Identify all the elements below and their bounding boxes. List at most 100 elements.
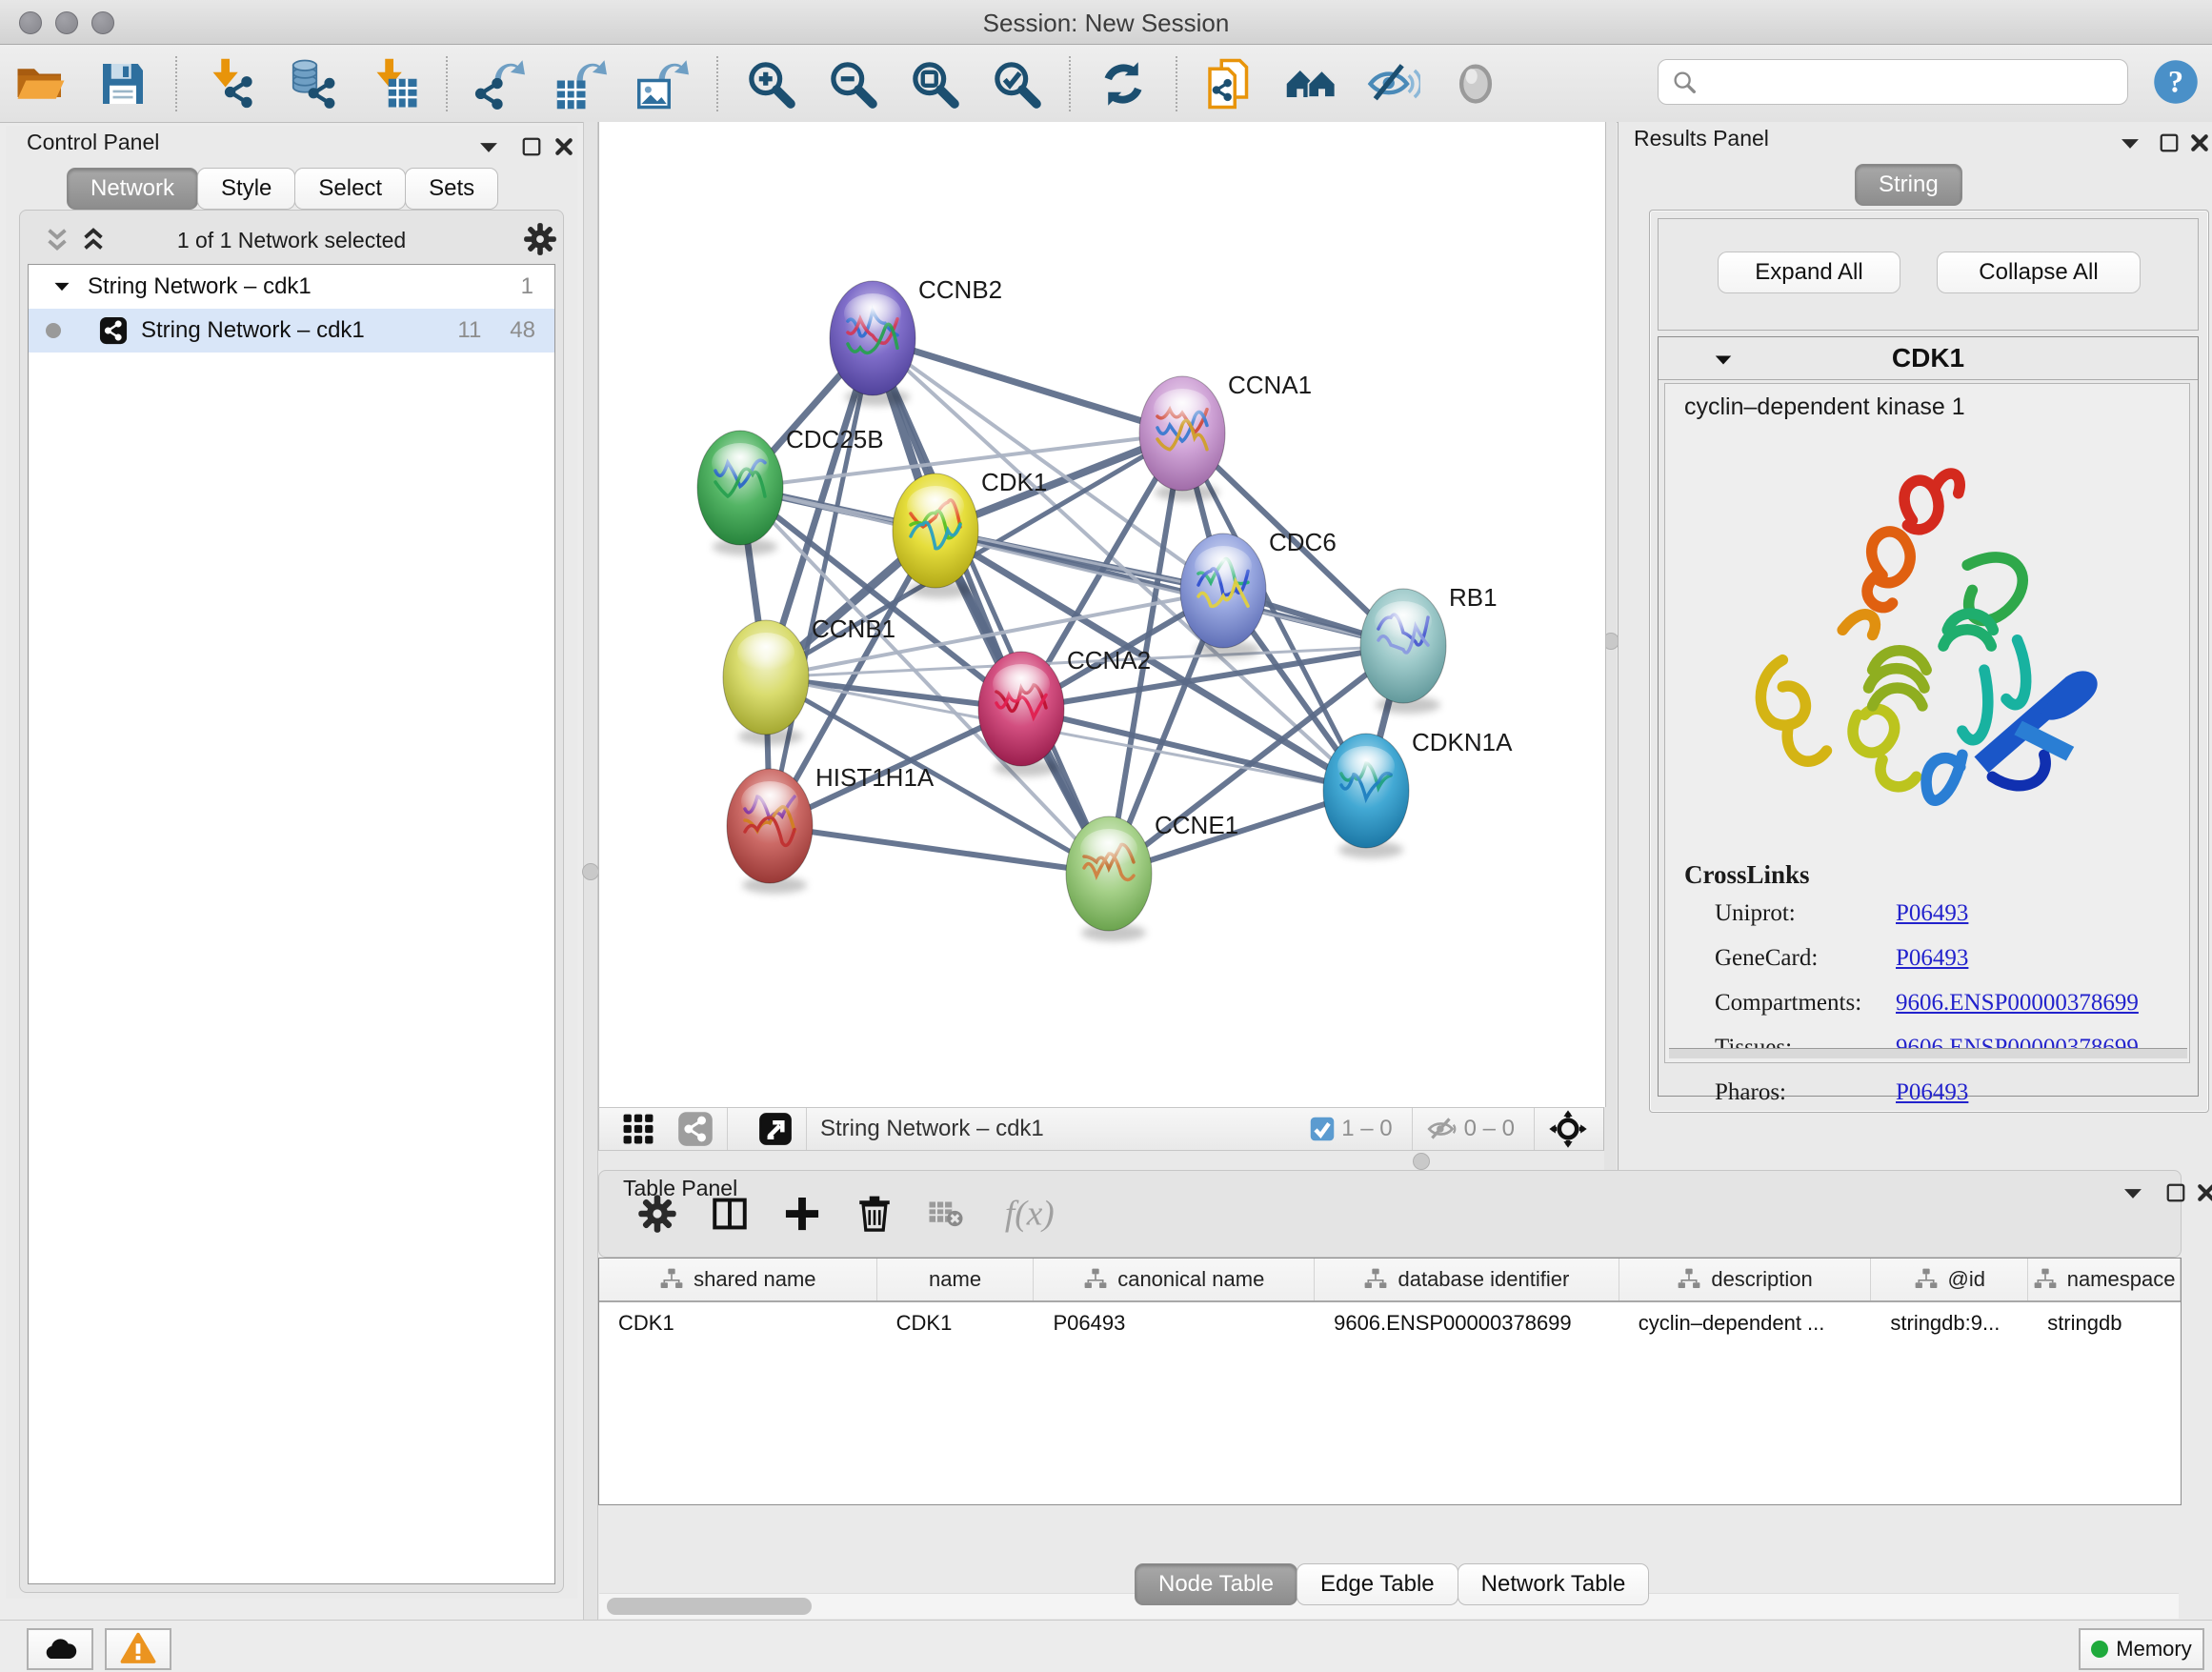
splitter-handle[interactable] (1413, 1153, 1430, 1170)
results-panel-collapse-icon[interactable] (2118, 131, 2142, 156)
collapse-all-button[interactable]: Collapse All (1937, 252, 2141, 293)
export-network-icon[interactable] (473, 57, 527, 111)
table-cell[interactable]: cyclin–dependent ... (1619, 1302, 1872, 1344)
hide-selected-icon[interactable] (1367, 57, 1420, 111)
zoom-in-icon[interactable] (744, 57, 797, 111)
left-splitter[interactable] (583, 122, 598, 1620)
zoom-out-icon[interactable] (826, 57, 879, 111)
crosslink-link[interactable]: 9606.ENSP00000378699 (1896, 990, 2139, 1017)
splitter-handle[interactable] (582, 863, 599, 880)
column-header-canonical-name[interactable]: canonical name (1034, 1259, 1315, 1300)
table-cell[interactable]: CDK1 (877, 1302, 1035, 1344)
tab-edge-table[interactable]: Edge Table (1297, 1563, 1458, 1605)
hidden-eye-slash-icon[interactable] (1426, 1113, 1458, 1145)
tab-network[interactable]: Network (67, 168, 198, 210)
node-table[interactable]: shared namenamecanonical namedatabase id… (598, 1258, 2182, 1505)
tab-sets[interactable]: Sets (405, 168, 498, 210)
home-icon[interactable] (1285, 57, 1338, 111)
table-row[interactable]: CDK1CDK1P064939606.ENSP00000378699cyclin… (599, 1302, 2181, 1344)
import-network-file-icon[interactable] (203, 57, 256, 111)
tab-network-table[interactable]: Network Table (1458, 1563, 1650, 1605)
node-RB1[interactable] (1360, 589, 1446, 714)
search-box[interactable] (1658, 59, 2128, 105)
column-header-@id[interactable]: @id (1871, 1259, 2028, 1300)
crosslink-row: Uniprot:P06493 (1715, 900, 2162, 927)
column-header-name[interactable]: name (877, 1259, 1035, 1300)
warnings-button[interactable] (105, 1628, 171, 1670)
results-panel-close-icon[interactable] (2188, 131, 2211, 154)
expand-all-button[interactable]: Expand All (1718, 252, 1900, 293)
delete-column-icon[interactable] (855, 1194, 895, 1234)
export-image-icon[interactable] (637, 57, 691, 111)
horizontal-splitter[interactable] (598, 1151, 1604, 1170)
birdseye-grid-icon[interactable] (620, 1111, 656, 1147)
search-input[interactable] (1706, 68, 2127, 96)
toolbar-separator (446, 56, 448, 111)
open-session-icon[interactable] (14, 57, 68, 111)
crosslink-link[interactable]: P06493 (1896, 1079, 1968, 1106)
column-header-database-identifier[interactable]: database identifier (1315, 1259, 1619, 1300)
table-toolbar (598, 1170, 2182, 1258)
node-CCNE1[interactable] (1066, 816, 1152, 941)
tab-string[interactable]: String (1855, 164, 1962, 206)
open-in-window-icon[interactable] (758, 1112, 793, 1146)
zoom-fit-icon[interactable] (908, 57, 961, 111)
tab-node-table[interactable]: Node Table (1135, 1563, 1297, 1605)
table-cell[interactable]: 9606.ENSP00000378699 (1315, 1302, 1619, 1344)
refresh-icon[interactable] (1096, 57, 1150, 111)
cloud-button[interactable] (27, 1628, 93, 1670)
memory-button[interactable]: Memory (2079, 1628, 2204, 1670)
edge-CCNB2-CCNE1[interactable] (873, 338, 1109, 874)
network-edge-count: 48 (510, 317, 535, 344)
column-header-namespace[interactable]: namespace (2028, 1259, 2181, 1300)
node-CDC25B[interactable] (697, 431, 783, 555)
string-share-icon[interactable] (677, 1111, 714, 1147)
tree-column-icon (1363, 1267, 1388, 1292)
table-panel-float-icon[interactable] (2164, 1181, 2187, 1204)
node-CDC6[interactable] (1180, 534, 1266, 658)
memory-status-dot (2091, 1641, 2108, 1658)
table-cell[interactable]: stringdb:9... (1871, 1302, 2028, 1344)
crosslink-link[interactable]: P06493 (1896, 945, 1968, 972)
edge-CCNB2-CCNA1[interactable] (873, 338, 1182, 433)
control-panel-close-icon[interactable] (553, 135, 575, 158)
table-cell[interactable]: P06493 (1034, 1302, 1315, 1344)
control-panel-collapse-icon[interactable] (476, 135, 501, 160)
table-panel-collapse-icon[interactable] (2121, 1181, 2145, 1206)
control-panel-float-icon[interactable] (520, 135, 543, 158)
network-row-selected[interactable]: String Network – cdk1 11 48 (29, 309, 554, 353)
crosshair-icon[interactable] (1548, 1109, 1588, 1149)
help-icon[interactable] (2151, 57, 2201, 107)
results-scrollbar[interactable] (1669, 1048, 2187, 1058)
column-header-description[interactable]: description (1619, 1259, 1872, 1300)
table-cell[interactable]: stringdb (2028, 1302, 2181, 1344)
tab-select[interactable]: Select (294, 168, 406, 210)
export-table-icon[interactable] (555, 57, 609, 111)
results-panel-float-icon[interactable] (2158, 131, 2181, 154)
first-neighbors-icon[interactable] (1203, 57, 1257, 111)
save-session-icon[interactable] (96, 57, 150, 111)
network-graph[interactable]: CCNB2CCNA1CDC25BCDK1CDC6RB1CCNB1CCNA2CDK… (599, 122, 1605, 1107)
node-CCNB1[interactable] (723, 620, 809, 745)
gear-icon[interactable] (523, 222, 557, 256)
add-column-icon[interactable] (782, 1194, 822, 1234)
network-collection-row[interactable]: String Network – cdk1 1 (29, 265, 554, 309)
column-header-shared-name[interactable]: shared name (599, 1259, 877, 1300)
import-table-icon[interactable] (367, 57, 420, 111)
function-builder-icon (994, 1189, 1081, 1239)
edge-HIST1H1A-CCNE1[interactable] (770, 826, 1109, 874)
zoom-selected-icon[interactable] (990, 57, 1043, 111)
network-canvas[interactable]: CCNB2CCNA1CDC25BCDK1CDC6RB1CCNB1CCNA2CDK… (598, 122, 1606, 1107)
delete-table-icon (927, 1195, 965, 1233)
node-CDKN1A[interactable] (1323, 734, 1409, 858)
node-CCNB2[interactable] (830, 281, 915, 406)
tab-style[interactable]: Style (197, 168, 295, 210)
tree-expander-icon[interactable] (51, 276, 72, 297)
table-cell[interactable]: CDK1 (599, 1302, 877, 1344)
crosslink-link[interactable]: P06493 (1896, 900, 1968, 927)
import-network-database-icon[interactable] (285, 57, 338, 111)
table-panel-close-icon[interactable] (2195, 1181, 2212, 1204)
node-HIST1H1A[interactable] (727, 769, 813, 894)
selected-checkbox-icon[interactable] (1309, 1116, 1336, 1142)
show-all-icon[interactable] (1449, 57, 1502, 111)
